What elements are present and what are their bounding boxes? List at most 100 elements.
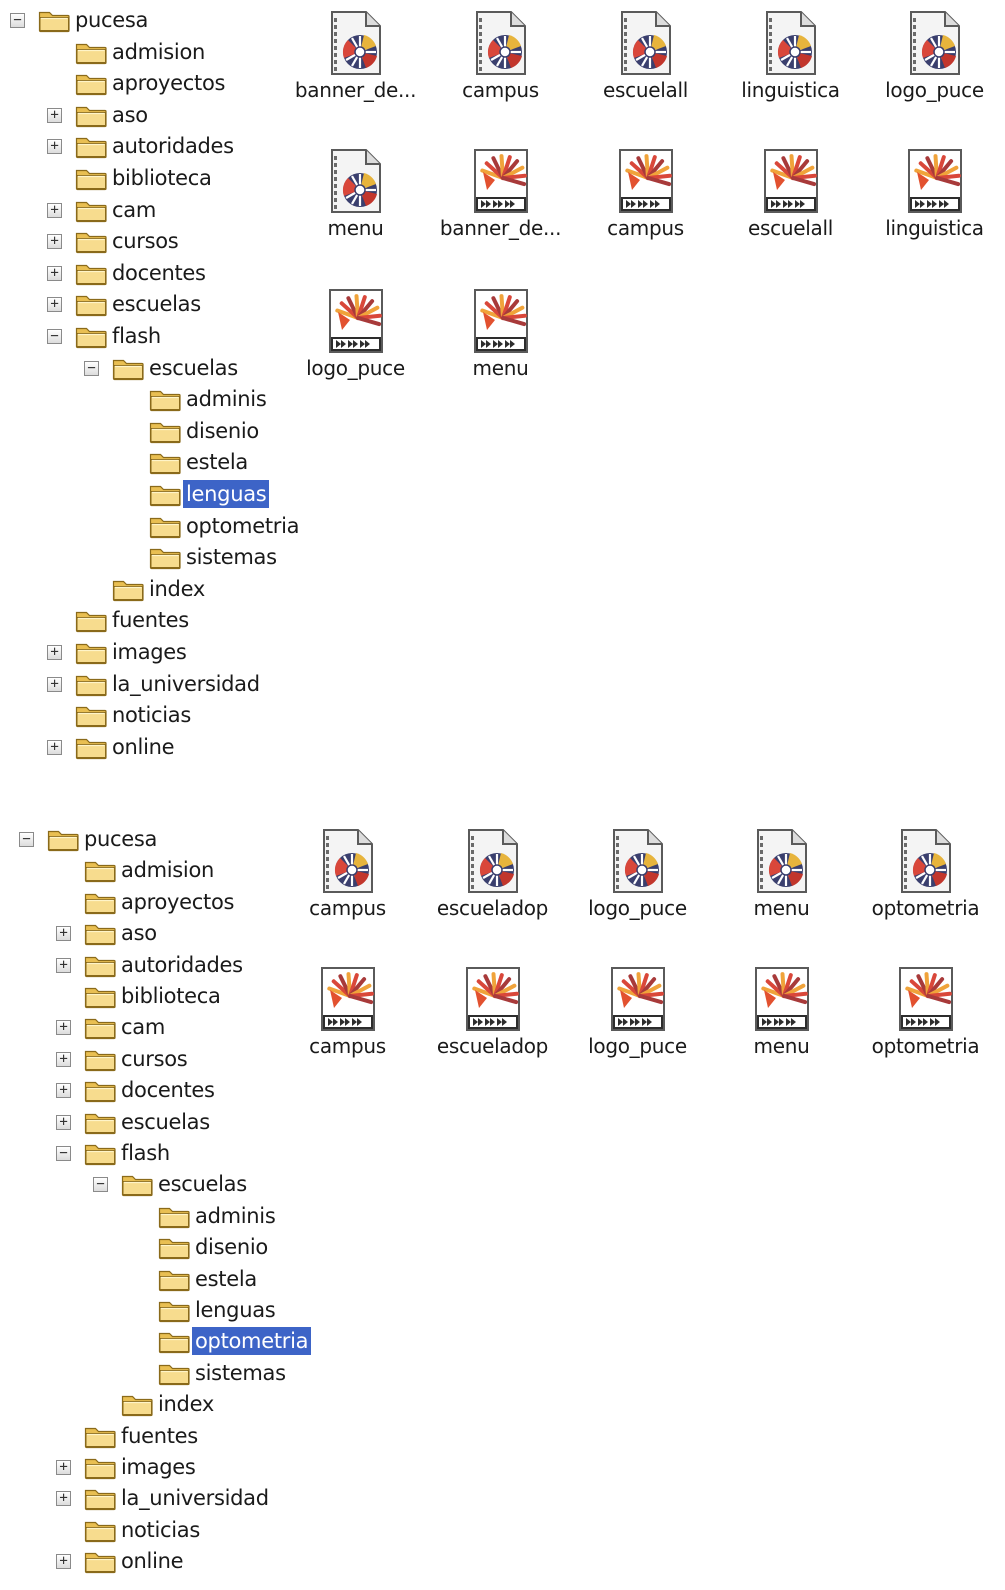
tree-node-la-universidad[interactable]: + la_universidad [0, 669, 300, 699]
expand-toggle-icon[interactable]: + [56, 957, 71, 973]
expand-toggle-icon[interactable]: + [56, 1460, 71, 1475]
file-item[interactable]: menu [709, 966, 854, 1096]
expand-toggle-icon[interactable]: + [47, 202, 62, 218]
tree-node-lenguas[interactable]: lenguas [0, 1295, 300, 1325]
tree-node-label[interactable]: index [146, 575, 208, 603]
tree-node-label[interactable]: estela [183, 448, 251, 476]
tree-node-label[interactable]: cursos [109, 227, 181, 255]
tree-node-noticias[interactable]: noticias [0, 700, 300, 730]
tree-node-docentes[interactable]: + docentes [0, 258, 300, 288]
file-item[interactable]: optometria [853, 966, 998, 1096]
tree-node-cam[interactable]: + cam [0, 195, 300, 225]
tree-node-aso[interactable]: + aso [0, 918, 300, 948]
tree-node-escuelas[interactable]: + escuelas [0, 289, 300, 319]
tree-node-biblioteca[interactable]: biblioteca [0, 163, 300, 193]
tree-node-online[interactable]: + online [0, 732, 300, 762]
tree-node-flash[interactable]: − flash [0, 1138, 300, 1168]
tree-node-sistemas[interactable]: sistemas [0, 1358, 300, 1388]
tree-node-pucesa[interactable]: − pucesa [0, 824, 300, 854]
tree-node-label[interactable]: escuelas [155, 1170, 250, 1198]
tree-node-label[interactable]: online [109, 733, 177, 761]
tree-node-escuelas[interactable]: − escuelas [0, 353, 300, 383]
tree-node-pucesa[interactable]: − pucesa [0, 5, 300, 35]
collapse-toggle-icon[interactable]: − [19, 832, 34, 847]
tree-node-label[interactable]: admision [118, 856, 217, 884]
expand-toggle-icon[interactable]: + [56, 1554, 71, 1570]
expand-toggle-icon[interactable]: + [56, 926, 71, 942]
file-item[interactable]: logo_puce [565, 966, 710, 1096]
file-item[interactable]: logo_puce [565, 828, 710, 958]
collapse-toggle-icon[interactable]: − [84, 360, 99, 376]
tree-node-lenguas[interactable]: lenguas [0, 479, 300, 509]
file-item[interactable]: banner_de... [428, 148, 573, 278]
tree-node-online[interactable]: + online [0, 1546, 300, 1576]
tree-node-label[interactable]: lenguas [192, 1296, 278, 1324]
tree-node-label[interactable]: sistemas [192, 1359, 289, 1387]
tree-node-label[interactable]: escuelas [118, 1108, 213, 1136]
file-item[interactable]: linguistica [862, 148, 1005, 278]
file-item[interactable]: menu [428, 288, 573, 418]
tree-node-label[interactable]: aproyectos [109, 69, 228, 97]
tree-node-label[interactable]: admision [109, 38, 208, 66]
tree-node-label[interactable]: autoridades [118, 951, 246, 979]
tree-node-label[interactable]: disenio [183, 417, 262, 445]
tree-node-label[interactable]: docentes [118, 1076, 218, 1104]
tree-node-label[interactable]: fuentes [118, 1422, 201, 1450]
tree-node-estela[interactable]: estela [0, 1264, 300, 1294]
expand-toggle-icon[interactable]: + [47, 297, 62, 313]
tree-node-label[interactable]: escuelas [109, 290, 204, 318]
file-item[interactable]: campus [573, 148, 718, 278]
file-item[interactable]: campus [275, 828, 420, 958]
tree-node-flash[interactable]: − flash [0, 321, 300, 351]
tree-node-autoridades[interactable]: + autoridades [0, 950, 300, 980]
tree-node-label[interactable]: flash [118, 1139, 173, 1167]
tree-node-label[interactable]: aso [109, 101, 151, 129]
file-item[interactable]: escueladop [420, 828, 565, 958]
tree-node-escuelas[interactable]: − escuelas [0, 1169, 300, 1199]
expand-toggle-icon[interactable]: + [47, 676, 62, 692]
tree-node-label[interactable]: noticias [109, 701, 194, 729]
tree-node-label[interactable]: disenio [192, 1233, 271, 1261]
file-item[interactable]: linguistica [718, 10, 863, 140]
expand-toggle-icon[interactable]: + [56, 1083, 71, 1099]
collapse-toggle-icon[interactable]: − [47, 329, 62, 344]
tree-node-aproyectos[interactable]: aproyectos [0, 68, 300, 98]
tree-node-label[interactable]: cam [109, 196, 159, 224]
tree-node-label[interactable]: autoridades [109, 132, 237, 160]
tree-node-index[interactable]: index [0, 1389, 300, 1419]
tree-node-label[interactable]: cam [118, 1013, 168, 1041]
expand-toggle-icon[interactable]: + [47, 265, 62, 281]
expand-toggle-icon[interactable]: + [47, 234, 62, 250]
expand-toggle-icon[interactable]: + [47, 139, 62, 155]
tree-node-index[interactable]: index [0, 574, 300, 604]
collapse-toggle-icon[interactable]: − [93, 1177, 108, 1193]
expand-toggle-icon[interactable]: + [47, 645, 62, 660]
file-item[interactable]: campus [428, 10, 573, 140]
tree-node-images[interactable]: + images [0, 637, 300, 667]
file-item[interactable]: escueladop [420, 966, 565, 1096]
tree-node-label[interactable]: escuelas [146, 354, 241, 382]
tree-node-label[interactable]: images [118, 1453, 199, 1481]
tree-node-optometria[interactable]: optometria [0, 1326, 312, 1356]
tree-node-admision[interactable]: admision [0, 37, 300, 67]
tree-node-label[interactable]: pucesa [81, 825, 160, 853]
tree-node-aproyectos[interactable]: aproyectos [0, 887, 300, 917]
expand-toggle-icon[interactable]: + [47, 739, 62, 755]
tree-node-label[interactable]: lenguas [183, 480, 270, 508]
collapse-toggle-icon[interactable]: − [56, 1146, 71, 1161]
tree-node-label[interactable]: sistemas [183, 543, 280, 571]
expand-toggle-icon[interactable]: + [56, 1491, 71, 1507]
expand-toggle-icon[interactable]: + [56, 1020, 71, 1036]
tree-node-label[interactable]: aso [118, 919, 160, 947]
tree-node-label[interactable]: fuentes [109, 606, 192, 634]
tree-node-label[interactable]: online [118, 1547, 186, 1575]
file-item[interactable]: menu [709, 828, 854, 958]
file-item[interactable]: banner_de... [283, 10, 428, 140]
expand-toggle-icon[interactable]: + [56, 1114, 71, 1130]
tree-node-fuentes[interactable]: fuentes [0, 1421, 300, 1451]
tree-node-cursos[interactable]: + cursos [0, 226, 300, 256]
file-item[interactable]: campus [275, 966, 420, 1096]
tree-node-admision[interactable]: admision [0, 855, 300, 885]
tree-node-label[interactable]: images [109, 638, 190, 666]
tree-node-disenio[interactable]: disenio [0, 416, 300, 446]
